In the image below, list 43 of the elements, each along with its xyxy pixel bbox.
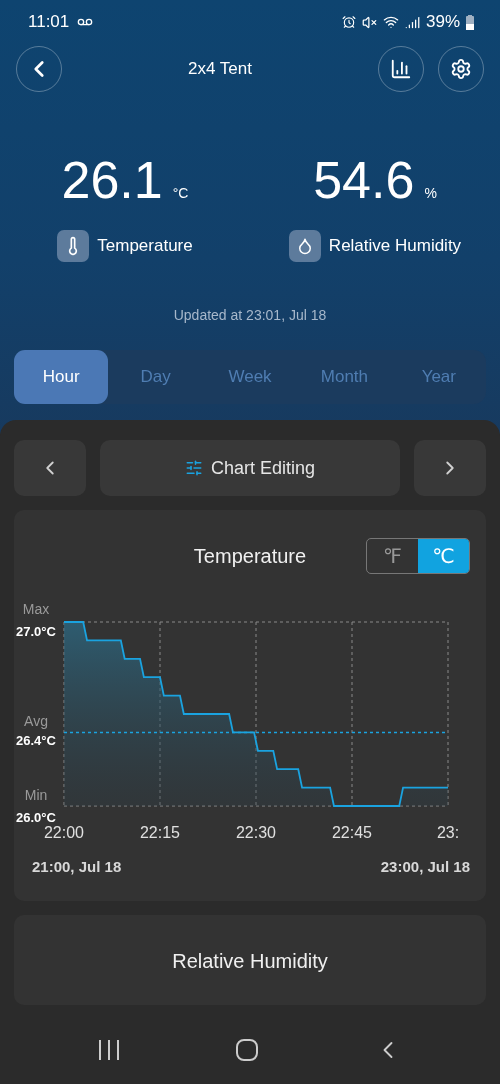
level-reading: 26.0°C <box>16 810 56 825</box>
reading-unit: °C <box>172 185 189 201</box>
recent-apps-icon <box>98 1040 120 1060</box>
settings-icon <box>450 58 472 80</box>
sliders-icon <box>184 459 203 477</box>
level-reading: 26.4°C <box>16 733 56 749</box>
signal-icon <box>404 14 420 30</box>
device-title: 2x4 Tent <box>188 59 252 79</box>
updated-time: Updated at 23:01, Jul 18 <box>173 307 327 323</box>
level-label: Min <box>24 787 48 803</box>
period-tab[interactable]: Year <box>391 350 487 404</box>
reading-label: Relative Humidity <box>328 236 462 256</box>
battery-icon <box>466 14 474 30</box>
bar-chart-icon <box>390 58 412 80</box>
level-label: Max <box>22 601 50 617</box>
mute-icon <box>361 14 377 30</box>
unit-toggle[interactable]: ℃ <box>418 539 469 573</box>
period-tab[interactable]: Week <box>202 350 298 404</box>
home-icon <box>236 1039 258 1061</box>
reading-value: 26.1 <box>61 150 163 210</box>
period-tab[interactable]: Day <box>108 350 203 404</box>
period-tab[interactable]: Month <box>297 350 392 404</box>
range-start: 21:00, Jul 18 <box>32 858 122 875</box>
time-tick: 22:15 <box>140 824 180 841</box>
range-end: 23:00, Jul 18 <box>380 858 470 875</box>
time-tick: 22:45 <box>332 824 372 841</box>
reading-unit: % <box>424 185 437 201</box>
time-tick: 22:30 <box>236 824 276 841</box>
reading-value: 54.6 <box>313 150 415 210</box>
chart-title: Temperature <box>193 544 307 568</box>
period-tab[interactable]: Hour <box>14 350 109 404</box>
time-tick: 22:00 <box>44 824 84 841</box>
level-label: Avg <box>24 713 48 730</box>
chart-editing-button[interactable]: Chart Editing <box>100 440 400 496</box>
battery-percent: 39% <box>425 12 460 32</box>
reading-label: Temperature <box>97 236 193 256</box>
level-reading: 27.0°C <box>16 624 56 639</box>
alarm-icon <box>341 15 356 29</box>
clock-time: 11:01 <box>28 12 70 32</box>
wifi-icon <box>382 14 399 30</box>
unit-toggle[interactable]: ℉ <box>367 539 418 573</box>
chart-title: Relative Humidity <box>172 949 328 973</box>
time-tick: 23: <box>436 824 460 841</box>
